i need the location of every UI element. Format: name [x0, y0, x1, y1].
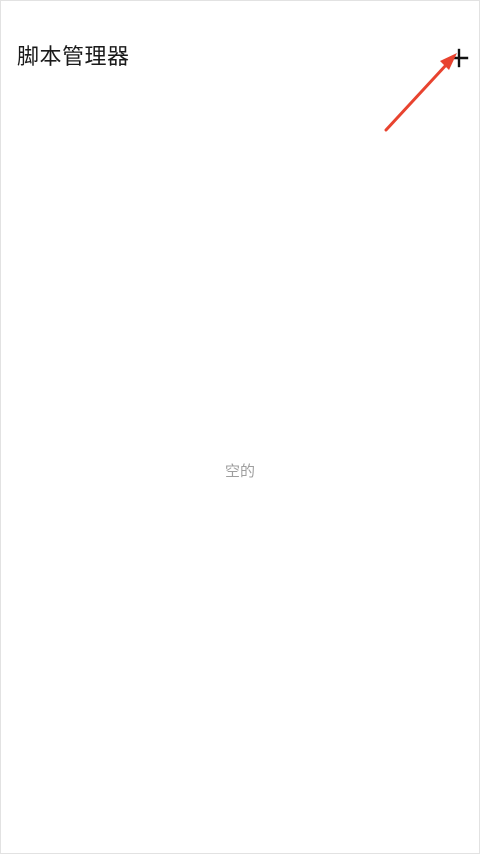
app-bar: 脚本管理器 — [1, 1, 479, 113]
script-manager-screen: 脚本管理器 空的 — [0, 0, 480, 854]
empty-state-text: 空的 — [224, 462, 255, 480]
page-title: 脚本管理器 — [17, 45, 130, 70]
add-script-button[interactable] — [447, 46, 471, 70]
script-list-area: 空的 — [1, 113, 479, 853]
plus-icon — [449, 48, 469, 68]
